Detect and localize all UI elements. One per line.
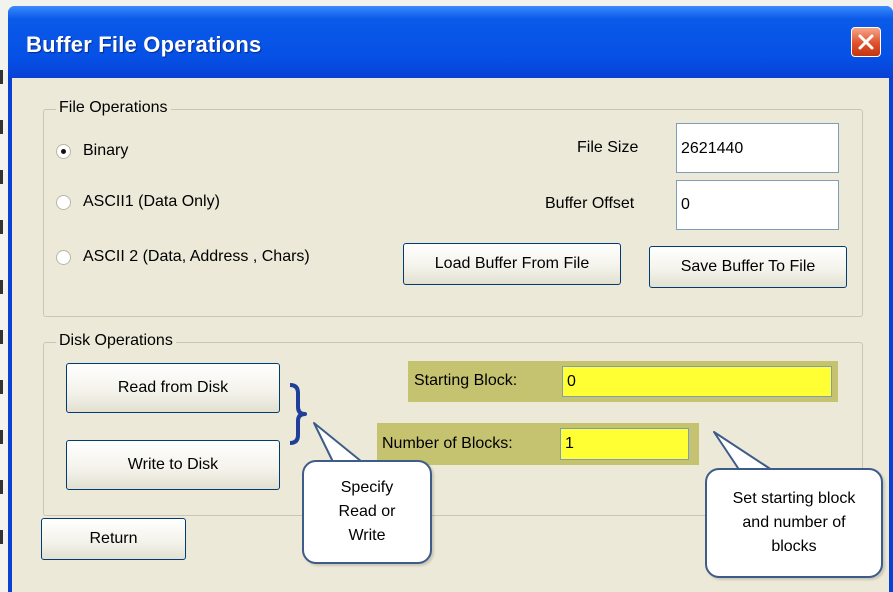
callout-pointer-mask bbox=[742, 470, 776, 475]
desktop-edge-mark bbox=[0, 330, 3, 344]
blocks-callout-text: Set starting block and number of blocks bbox=[732, 490, 856, 555]
number-of-blocks-label: Number of Blocks: bbox=[382, 435, 513, 452]
radio-ascii1-label: ASCII1 (Data Only) bbox=[83, 193, 220, 210]
starting-block-input[interactable] bbox=[562, 366, 832, 397]
screen: Buffer File Operations File Operations B… bbox=[0, 0, 893, 592]
blocks-callout: Set starting block and number of blocks bbox=[705, 468, 883, 578]
buffer-offset-input[interactable] bbox=[676, 180, 839, 230]
file-operations-label: File Operations bbox=[56, 99, 171, 117]
file-size-label: File Size bbox=[577, 139, 639, 156]
close-button[interactable] bbox=[851, 27, 881, 57]
radio-ascii1[interactable]: ASCII1 (Data Only) bbox=[56, 191, 220, 213]
callout-pointer-mask bbox=[317, 462, 369, 468]
radio-binary-button[interactable] bbox=[56, 143, 71, 159]
title-bar[interactable]: Buffer File Operations bbox=[8, 6, 893, 78]
write-to-disk-button[interactable]: Write to Disk bbox=[66, 440, 280, 490]
radio-ascii2-label: ASCII 2 (Data, Address , Chars) bbox=[83, 248, 310, 265]
desktop-edge-mark bbox=[0, 480, 3, 494]
desktop-edge-mark bbox=[0, 530, 3, 544]
curly-brace-icon bbox=[289, 383, 307, 445]
radio-ascii2-button[interactable] bbox=[56, 249, 71, 265]
starting-block-label: Starting Block: bbox=[414, 372, 518, 389]
disk-operations-label: Disk Operations bbox=[56, 332, 176, 350]
desktop-edge-mark bbox=[0, 220, 3, 234]
close-icon bbox=[858, 34, 874, 50]
radio-binary-label: Binary bbox=[83, 142, 129, 159]
radio-ascii2[interactable]: ASCII 2 (Data, Address , Chars) bbox=[56, 246, 310, 268]
file-size-input[interactable] bbox=[676, 123, 839, 173]
desktop-edge-mark bbox=[0, 120, 3, 134]
desktop-edge-mark bbox=[0, 380, 3, 394]
dialog-client-area: File Operations Binary ASCII1 (Data Only… bbox=[12, 78, 889, 592]
radio-binary[interactable]: Binary bbox=[56, 140, 128, 162]
buffer-file-operations-dialog: Buffer File Operations File Operations B… bbox=[8, 6, 893, 592]
desktop-edge-mark bbox=[0, 70, 3, 84]
return-button[interactable]: Return bbox=[41, 518, 186, 560]
window-title: Buffer File Operations bbox=[26, 32, 262, 57]
desktop-edge-mark bbox=[0, 280, 3, 294]
radio-ascii1-button[interactable] bbox=[56, 194, 71, 210]
save-buffer-to-file-button[interactable]: Save Buffer To File bbox=[649, 246, 847, 288]
read-write-callout-text: Specify Read or Write bbox=[338, 479, 396, 544]
read-from-disk-button[interactable]: Read from Disk bbox=[66, 363, 280, 413]
desktop-edge-mark bbox=[0, 170, 3, 184]
read-write-callout: Specify Read or Write bbox=[302, 460, 432, 564]
buffer-offset-label: Buffer Offset bbox=[545, 195, 635, 212]
number-of-blocks-input[interactable] bbox=[560, 428, 689, 460]
load-buffer-from-file-button[interactable]: Load Buffer From File bbox=[403, 243, 621, 285]
desktop-edge-mark bbox=[0, 430, 3, 444]
